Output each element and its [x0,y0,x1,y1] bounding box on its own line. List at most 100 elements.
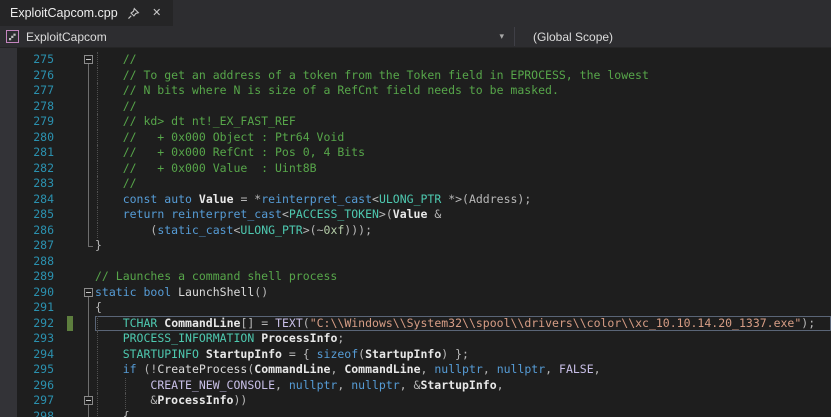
code-line-296[interactable]: 296 CREATE_NEW_CONSOLE, nullptr, nullptr… [0,378,831,394]
line-number[interactable]: 294 [0,347,57,363]
code-text[interactable]: // [95,99,831,115]
scope-dropdown-label: (Global Scope) [533,30,613,44]
code-text[interactable]: } [95,238,831,254]
code-text[interactable]: static bool LaunchShell() [95,285,831,301]
line-number[interactable]: 275 [0,52,57,68]
line-number[interactable]: 289 [0,269,57,285]
code-line-280[interactable]: 280 // + 0x000 Object : Ptr64 Void [0,130,831,146]
line-number[interactable]: 291 [0,300,57,316]
indent-guide [97,331,98,347]
indent-guide [97,68,98,84]
code-line-295[interactable]: 295 if (!CreateProcess(CommandLine, Comm… [0,362,831,378]
code-line-297[interactable]: 297 &ProcessInfo)) [0,393,831,409]
line-number[interactable]: 287 [0,238,57,254]
code-text[interactable]: // N bits where N is size of a RefCnt fi… [95,83,831,99]
code-text[interactable]: // + 0x000 RefCnt : Pos 0, 4 Bits [95,145,831,161]
line-number[interactable]: 295 [0,362,57,378]
line-number[interactable]: 292 [0,316,57,332]
code-line-293[interactable]: 293 PROCESS_INFORMATION ProcessInfo; [0,331,831,347]
code-line-286[interactable]: 286 (static_cast<ULONG_PTR>(~0xf))); [0,223,831,239]
code-text[interactable]: CREATE_NEW_CONSOLE, nullptr, nullptr, &S… [95,378,831,394]
code-text[interactable]: STARTUPINFO StartupInfo = { sizeof(Start… [95,347,831,363]
line-number[interactable]: 286 [0,223,57,239]
code-text[interactable]: PROCESS_INFORMATION ProcessInfo; [95,331,831,347]
code-text[interactable]: if (!CreateProcess(CommandLine, CommandL… [95,362,831,378]
line-number[interactable]: 280 [0,130,57,146]
line-number[interactable]: 297 [0,393,57,409]
indent-guide [97,114,98,130]
code-text[interactable]: { [95,409,831,417]
fold-margin [73,238,95,254]
tab-bar: ExploitCapcom.cpp ✕ [0,0,831,26]
code-line-298[interactable]: 298 { [0,409,831,417]
line-number[interactable]: 293 [0,331,57,347]
code-text[interactable]: // + 0x000 Value : Uint8B [95,161,831,177]
line-number[interactable]: 284 [0,192,57,208]
code-text[interactable]: // [95,176,831,192]
code-line-291[interactable]: 291 { [0,300,831,316]
line-number[interactable]: 298 [0,409,57,417]
navigation-bar: ExploitCapcom ▾ (Global Scope) [0,26,831,48]
line-number[interactable]: 285 [0,207,57,223]
fold-collapse-button[interactable] [73,285,95,301]
code-text[interactable]: // To get an address of a token from the… [95,68,831,84]
line-number[interactable]: 278 [0,99,57,115]
line-number[interactable]: 279 [0,114,57,130]
code-line-278[interactable]: 278 // [0,99,831,115]
code-text[interactable]: // Launches a command shell process [95,269,831,285]
code-text[interactable]: const auto Value = *reinterpret_cast<ULO… [95,192,831,208]
close-icon[interactable]: ✕ [150,6,164,20]
fold-collapse-button[interactable] [73,52,95,68]
code-line-283[interactable]: 283 // [0,176,831,192]
code-text[interactable]: { [95,300,831,316]
code-text[interactable] [95,254,831,270]
line-number[interactable]: 290 [0,285,57,301]
code-line-287[interactable]: 287} [0,238,831,254]
code-line-279[interactable]: 279 // kd> dt nt!_EX_FAST_REF [0,114,831,130]
code-line-276[interactable]: 276 // To get an address of a token from… [0,68,831,84]
track-changes-margin [57,393,73,409]
fold-margin [73,130,95,146]
code-line-282[interactable]: 282 // + 0x000 Value : Uint8B [0,161,831,177]
line-number[interactable]: 296 [0,378,57,394]
code-text[interactable]: // kd> dt nt!_EX_FAST_REF [95,114,831,130]
code-line-277[interactable]: 277 // N bits where N is size of a RefCn… [0,83,831,99]
line-number[interactable]: 288 [0,254,57,270]
project-scope-dropdown[interactable]: ExploitCapcom ▾ [0,26,514,47]
code-line-292[interactable]: 292 TCHAR CommandLine[] = TEXT("C:\\Wind… [0,316,831,332]
code-line-284[interactable]: 284 const auto Value = *reinterpret_cast… [0,192,831,208]
code-line-288[interactable]: 288 [0,254,831,270]
code-editor[interactable]: 275 //276 // To get an address of a toke… [0,48,831,417]
fold-collapse-button[interactable] [73,393,95,409]
code-line-275[interactable]: 275 // [0,52,831,68]
line-number[interactable]: 277 [0,83,57,99]
pin-icon[interactable] [127,6,141,20]
track-changes-margin [57,223,73,239]
code-text[interactable]: // + 0x000 Object : Ptr64 Void [95,130,831,146]
scope-dropdown[interactable]: (Global Scope) [515,26,613,47]
indent-guide [97,176,98,192]
track-changes-margin [57,192,73,208]
tab-exploitcapcom[interactable]: ExploitCapcom.cpp ✕ [0,0,173,26]
code-text[interactable]: return reinterpret_cast<PACCESS_TOKEN>(V… [95,207,831,223]
fold-margin [73,316,95,332]
line-number[interactable]: 281 [0,145,57,161]
line-number[interactable]: 282 [0,161,57,177]
line-number[interactable]: 283 [0,176,57,192]
code-line-285[interactable]: 285 return reinterpret_cast<PACCESS_TOKE… [0,207,831,223]
code-line-294[interactable]: 294 STARTUPINFO StartupInfo = { sizeof(S… [0,347,831,363]
track-changes-margin [57,238,73,254]
code-text[interactable]: (static_cast<ULONG_PTR>(~0xf))); [95,223,831,239]
code-text[interactable]: &ProcessInfo)) [95,393,831,409]
track-changes-margin [57,52,73,68]
code-text[interactable]: TCHAR CommandLine[] = TEXT("C:\\Windows\… [95,316,831,332]
track-changes-margin [57,285,73,301]
code-text[interactable]: // [95,52,831,68]
fold-margin [73,161,95,177]
code-line-290[interactable]: 290 static bool LaunchShell() [0,285,831,301]
fold-margin [73,347,95,363]
code-line-289[interactable]: 289 // Launches a command shell process [0,269,831,285]
code-line-281[interactable]: 281 // + 0x000 RefCnt : Pos 0, 4 Bits [0,145,831,161]
fold-margin [73,269,95,285]
line-number[interactable]: 276 [0,68,57,84]
